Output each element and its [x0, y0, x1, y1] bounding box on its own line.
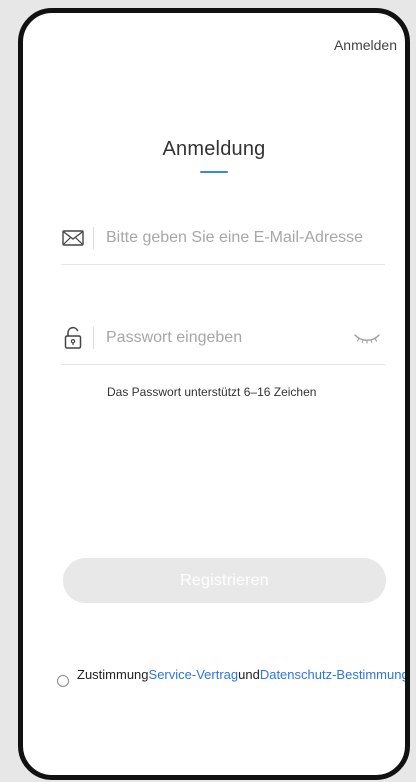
consent-prefix: Zustimmung	[77, 667, 149, 682]
top-bar: Anmelden	[23, 13, 405, 83]
email-input[interactable]	[106, 228, 385, 247]
password-field-row	[61, 311, 385, 365]
privacy-policy-link[interactable]: Datenschutz-Bestimmungen	[260, 667, 405, 682]
phone-frame: Anmelden Anmeldung Bitte geben Sie eine …	[18, 8, 410, 780]
consent-radio[interactable]	[57, 675, 69, 687]
top-login-link[interactable]: Anmelden	[334, 37, 397, 53]
service-agreement-link[interactable]: Service-Vertrag	[149, 667, 239, 682]
register-button[interactable]: Registrieren	[63, 558, 386, 603]
page-title: Anmeldung	[162, 138, 266, 160]
title-underline	[200, 171, 228, 173]
mail-icon	[61, 226, 85, 250]
field-divider	[93, 226, 94, 249]
password-hint: Das Passwort unterstützt 6–16 Zeichen	[107, 385, 317, 399]
eye-closed-icon[interactable]	[353, 328, 381, 348]
field-divider	[93, 326, 94, 349]
consent-middle: und	[238, 667, 260, 682]
consent-section: ZustimmungService-VertragundDatenschutz-…	[57, 667, 405, 687]
lock-icon	[61, 326, 85, 350]
screen: Anmelden Anmeldung Bitte geben Sie eine …	[0, 0, 416, 782]
title-section: Anmeldung	[23, 138, 405, 173]
password-input[interactable]	[106, 328, 345, 347]
email-field-row	[61, 211, 385, 265]
consent-text: ZustimmungService-VertragundDatenschutz-…	[77, 667, 405, 683]
